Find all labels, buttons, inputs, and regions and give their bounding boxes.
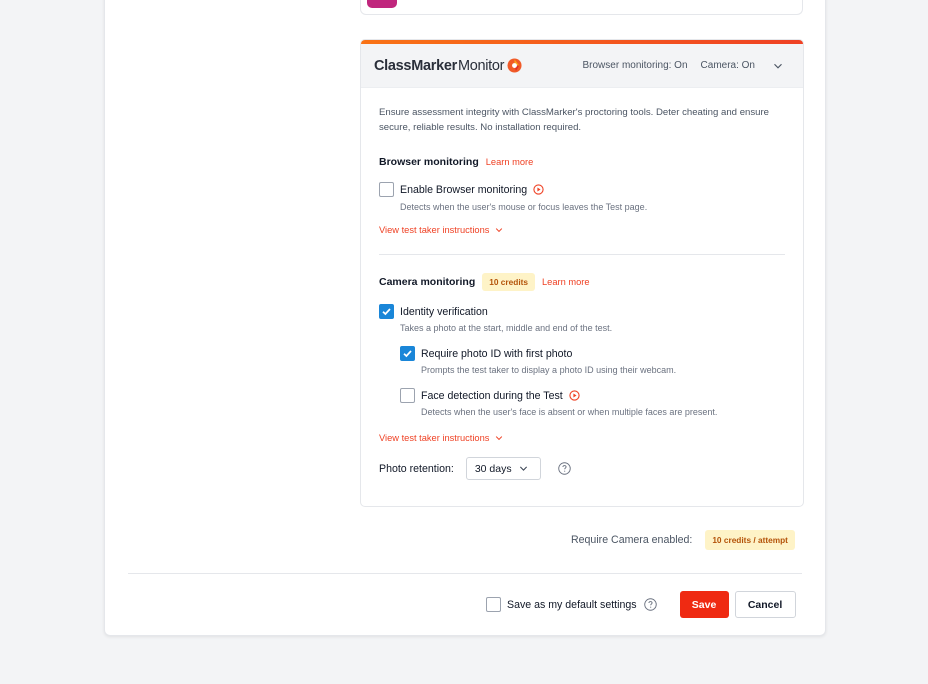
require-photo-id-label: Require photo ID with first photo: [421, 347, 573, 360]
face-detection-checkbox[interactable]: [400, 388, 415, 403]
monitor-body: Ensure assessment integrity with ClassMa…: [361, 88, 803, 480]
save-default-label[interactable]: Save as my default settings: [507, 599, 637, 611]
cancel-button[interactable]: Cancel: [734, 591, 796, 618]
section-divider: [379, 254, 785, 255]
checkmark-icon: [382, 308, 391, 316]
save-button[interactable]: Save: [679, 591, 729, 618]
face-detection-help: Detects when the user's face is absent o…: [421, 407, 718, 417]
require-camera-label: Require Camera enabled:: [571, 534, 693, 546]
enable-browser-monitoring-option[interactable]: Enable Browser monitoring: [379, 182, 785, 197]
camera-instructions-link[interactable]: View test taker instructions: [379, 433, 785, 443]
face-detection-option[interactable]: Face detection during the Test: [400, 388, 785, 403]
browser-monitoring-title: Browser monitoring: [379, 156, 479, 168]
save-default-checkbox[interactable]: [486, 597, 501, 612]
camera-instructions-label: View test taker instructions: [379, 433, 490, 443]
play-video-icon[interactable]: [569, 390, 580, 401]
previous-section-card: [360, 0, 803, 15]
browser-monitoring-status: Browser monitoring: On: [582, 60, 688, 71]
identity-sub-options: Require photo ID with first photo Prompt…: [400, 346, 785, 417]
require-camera-credits-badge: 10 credits / attempt: [705, 530, 795, 550]
enable-browser-monitoring-checkbox[interactable]: [379, 182, 394, 197]
play-video-icon[interactable]: [533, 184, 544, 195]
enable-browser-monitoring-label: Enable Browser monitoring: [400, 183, 528, 196]
browser-instructions-link[interactable]: View test taker instructions: [379, 225, 785, 235]
browser-instructions-label: View test taker instructions: [379, 225, 490, 235]
identity-verification-checkbox[interactable]: [379, 304, 394, 319]
photo-retention-select[interactable]: 30 days: [465, 457, 541, 480]
brand-name-bold: ClassMarker: [374, 57, 457, 74]
checkmark-icon: [403, 350, 412, 358]
photo-retention-value: 30 days: [474, 462, 512, 475]
monitor-header[interactable]: ClassMarker Monitor Browser monitoring: …: [361, 44, 803, 88]
photo-retention-label: Photo retention:: [379, 462, 454, 475]
chevron-down-icon: [496, 436, 503, 441]
camera-monitoring-header: Camera monitoring 10 credits Learn more: [379, 273, 785, 291]
classmarker-monitor-panel: ClassMarker Monitor Browser monitoring: …: [360, 39, 804, 507]
require-camera-row: Require Camera enabled: 10 credits / att…: [571, 530, 795, 550]
camera-monitoring-title: Camera monitoring: [379, 276, 476, 288]
camera-learn-more-link[interactable]: Learn more: [542, 277, 590, 287]
brand-logo: ClassMarker Monitor: [374, 58, 522, 74]
require-photo-id-checkbox[interactable]: [400, 346, 415, 361]
browser-monitoring-header: Browser monitoring Learn more: [379, 156, 785, 168]
chevron-down-icon[interactable]: [773, 61, 783, 71]
identity-verification-option[interactable]: Identity verification: [379, 304, 785, 319]
enable-browser-monitoring-help: Detects when the user's mouse or focus l…: [400, 202, 648, 212]
help-icon[interactable]: [643, 598, 657, 611]
identity-verification-help: Takes a photo at the start, middle and e…: [400, 323, 613, 333]
camera-status: Camera: On: [700, 60, 755, 71]
chevron-down-icon: [519, 466, 527, 471]
help-icon[interactable]: [558, 462, 571, 475]
browser-learn-more-link[interactable]: Learn more: [486, 157, 534, 167]
face-detection-label: Face detection during the Test: [421, 389, 563, 402]
footer-actions: Save as my default settings Save Cancel: [486, 591, 796, 618]
require-photo-id-help: Prompts the test taker to display a phot…: [421, 365, 677, 375]
monitor-intro-text: Ensure assessment integrity with ClassMa…: [379, 107, 770, 133]
monitor-logo-icon: [507, 58, 522, 73]
camera-credits-badge: 10 credits: [482, 273, 536, 291]
require-photo-id-option[interactable]: Require photo ID with first photo: [400, 346, 785, 361]
photo-retention-row: Photo retention: 30 days: [379, 457, 785, 480]
previous-section-badge: [367, 0, 397, 8]
chevron-down-icon: [496, 228, 503, 233]
identity-verification-label: Identity verification: [400, 305, 488, 318]
monitor-status: Browser monitoring: On Camera: On: [569, 60, 783, 71]
footer-divider: [128, 573, 802, 574]
brand-name-light: Monitor: [457, 57, 505, 74]
